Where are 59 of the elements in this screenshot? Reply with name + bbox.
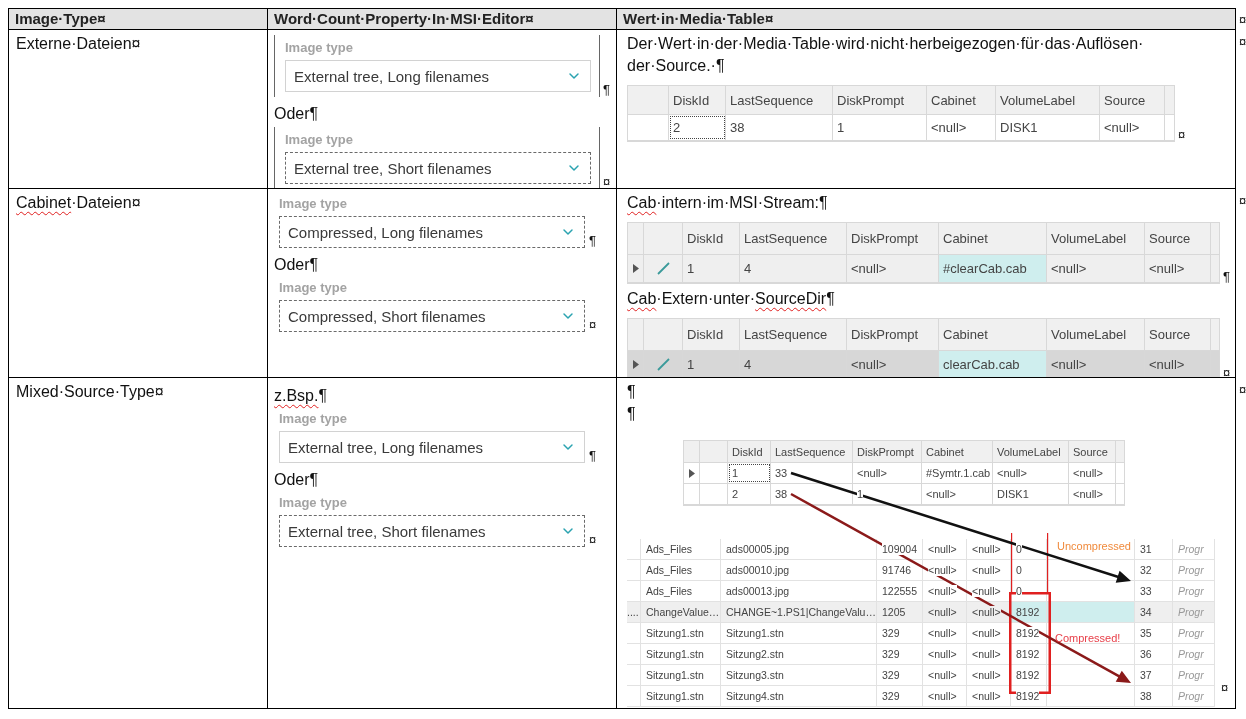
grid-row[interactable]: Sitzung1.stn Sitzung3.stn 329 <null> <null> 8192 37 Progr bbox=[627, 665, 1215, 686]
format-mark: ¤ bbox=[1223, 366, 1231, 377]
grid-row[interactable]: Sitzung1.stn Sitzung4.stn 329 <null> <null> 8192 38 Progr bbox=[627, 686, 1215, 707]
row-label: Externe·Dateien¤ bbox=[16, 34, 141, 54]
format-mark: ¶ bbox=[1223, 270, 1230, 284]
format-mark: ¤ bbox=[589, 533, 597, 547]
paragraph: Oder¶ bbox=[274, 104, 319, 124]
grid-row[interactable]: .... ChangeValue… CHANGE~1.PS1|ChangeValu… 1205 <null> <null> 8192 34 Progr bbox=[627, 602, 1215, 623]
grid-row[interactable]: Ads_Files ads00010.jpg 91746 <null> <null> 0 32 Progr bbox=[627, 560, 1215, 581]
dropdown[interactable]: Compressed, Long filenames bbox=[279, 216, 585, 248]
grid-row[interactable]: Sitzung1.stn Sitzung2.stn 329 <null> <null> 8192 36 Progr bbox=[627, 644, 1215, 665]
field-label: Image type bbox=[279, 280, 348, 295]
paragraph: Oder¶ bbox=[274, 255, 319, 275]
row-label: Cabinet·Dateien¤ bbox=[16, 193, 141, 213]
format-mark: ¤ bbox=[1239, 382, 1246, 397]
paragraph: Cab·Extern·unter·SourceDir¶ bbox=[627, 289, 835, 309]
column-header: Word·Count·Property·In·MSI·Editor¤ bbox=[274, 10, 534, 27]
dropdown[interactable]: External tree, Long filenames bbox=[285, 60, 591, 92]
format-mark: ¤ bbox=[1178, 128, 1186, 142]
paragraph: Oder¶ bbox=[274, 470, 319, 490]
grid-row[interactable]: 2 38 1 <null> DISK1 <null> bbox=[628, 115, 1175, 141]
paragraph: Der·Wert·in·der·Media·Table·wird·nicht·herbeigezogen·für·das·Auflösen·der·Source.·¶ bbox=[627, 34, 1145, 76]
paragraph: Cab·intern·im·MSI·Stream:¶ bbox=[627, 193, 828, 213]
table-cell: .... bbox=[627, 602, 641, 622]
format-mark: ¶ bbox=[603, 83, 610, 97]
table-cell: 8192 bbox=[1011, 602, 1047, 622]
grid-row[interactable]: 1 33 <null> #Symtr.1.cab <null> <null> bbox=[684, 463, 1125, 484]
grid-row[interactable]: Ads_Files ads00013.jpg 122555 <null> <null> 0 33 Progr bbox=[627, 581, 1215, 602]
dropdown[interactable]: External tree, Long filenames bbox=[279, 431, 585, 463]
format-mark: ¶ bbox=[589, 234, 596, 248]
dropdown[interactable]: External tree, Short filenames bbox=[285, 152, 591, 184]
table-cell: 2 bbox=[669, 115, 726, 140]
table-cell: clearCab.cab bbox=[939, 351, 1047, 377]
table-cell: #clearCab.cab bbox=[939, 255, 1047, 282]
field-label: Image type bbox=[285, 132, 354, 147]
table-cell: 1 bbox=[728, 463, 771, 483]
format-mark: ¤ bbox=[603, 175, 611, 188]
format-mark: ¶ bbox=[589, 449, 596, 463]
annotation: Compressed! bbox=[1055, 632, 1121, 644]
paragraph: ¶ bbox=[627, 382, 636, 402]
format-mark: ¤ bbox=[1221, 681, 1229, 695]
dropdown[interactable]: Compressed, Short filenames bbox=[279, 300, 585, 332]
paragraph: ¶ bbox=[627, 404, 636, 424]
format-mark: ¤ bbox=[1239, 12, 1246, 27]
field-label: Image type bbox=[285, 40, 354, 55]
grid-row[interactable]: 2 38 1 <null> DISK1 <null> bbox=[684, 484, 1125, 505]
field-label: Image type bbox=[279, 411, 348, 426]
format-mark: ¤ bbox=[1239, 193, 1246, 208]
paragraph: z.Bsp.¶ bbox=[274, 386, 328, 406]
field-label: Image type bbox=[279, 196, 348, 211]
row-label: Mixed·Source·Type¤ bbox=[16, 382, 164, 402]
dropdown[interactable]: External tree, Short filenames bbox=[279, 515, 585, 547]
grid-row[interactable]: 1 4 <null> #clearCab.cab <null> <null> bbox=[628, 255, 1220, 283]
column-header: Image·Type¤ bbox=[15, 10, 106, 27]
field-label: Image type bbox=[279, 495, 348, 510]
column-header: Wert·in·Media·Table¤ bbox=[623, 10, 774, 27]
format-mark: ¤ bbox=[1239, 34, 1246, 49]
format-mark: ¤ bbox=[589, 318, 597, 332]
annotation: Uncompressed bbox=[1057, 540, 1131, 552]
